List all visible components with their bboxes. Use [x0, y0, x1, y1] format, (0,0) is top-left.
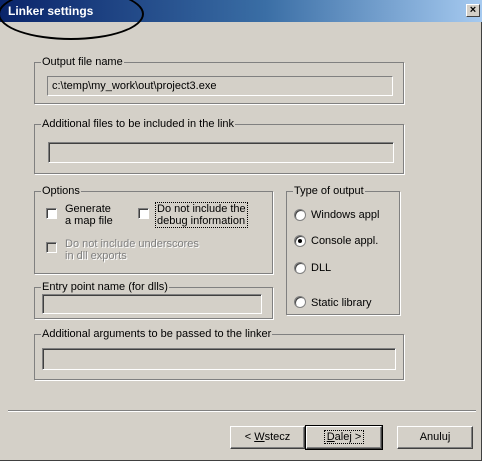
linker-args-label: Additional arguments to be passed to the… — [41, 328, 273, 340]
radio-dll-label[interactable]: DLL — [311, 262, 331, 274]
radio-static-library-label[interactable]: Static library — [311, 297, 372, 309]
next-button[interactable]: Dalej > — [305, 425, 383, 450]
cancel-button[interactable]: Anuluj — [397, 426, 473, 449]
close-icon: × — [469, 4, 477, 16]
radio-windows-appl[interactable] — [294, 209, 306, 221]
entry-point-field[interactable] — [42, 294, 262, 314]
additional-files-field[interactable] — [48, 142, 394, 163]
close-button[interactable]: × — [466, 4, 480, 17]
entry-point-label: Entry point name (for dlls) — [41, 281, 169, 293]
output-file-label: Output file name — [41, 56, 124, 68]
no-debug-label[interactable]: Do not include the debug information — [155, 202, 248, 228]
generate-map-checkbox[interactable] — [46, 208, 57, 219]
radio-dll[interactable] — [294, 262, 306, 274]
radio-console-appl-label[interactable]: Console appl. — [311, 235, 378, 247]
generate-map-label[interactable]: Generate a map file — [65, 203, 113, 227]
no-underscores-checkbox — [46, 242, 57, 253]
output-file-field[interactable]: c:\temp\my_work\out\project3.exe — [47, 76, 393, 96]
options-label: Options — [41, 185, 81, 197]
title-bar[interactable]: Linker settings × — [0, 0, 482, 22]
dialog-title: Linker settings — [8, 4, 94, 18]
radio-console-appl[interactable] — [294, 235, 306, 247]
radio-windows-appl-label[interactable]: Windows appl — [311, 209, 379, 221]
separator — [8, 410, 476, 412]
no-underscores-label: Do not include underscores in dll export… — [65, 238, 199, 262]
additional-files-label: Additional files to be included in the l… — [41, 118, 236, 130]
linker-settings-dialog: Linker settings × Output file name c:\te… — [0, 0, 482, 461]
no-debug-checkbox[interactable] — [138, 208, 149, 219]
output-type-label: Type of output — [293, 185, 365, 197]
linker-args-field[interactable] — [42, 348, 396, 370]
back-button[interactable]: < Wstecz — [230, 426, 305, 449]
radio-selected-dot — [298, 239, 302, 243]
radio-static-library[interactable] — [294, 296, 306, 308]
